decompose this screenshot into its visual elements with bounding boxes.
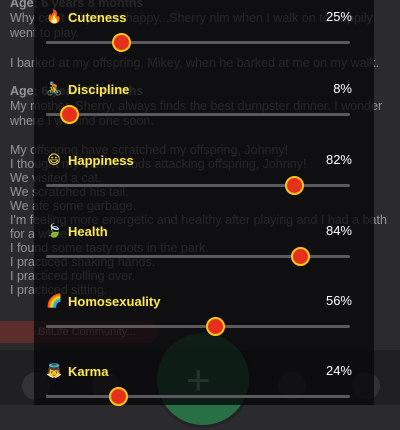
attribute-slider-knob[interactable] [285, 176, 305, 195]
attribute-label: 🍃 Health [46, 223, 108, 239]
attribute-slider-knob[interactable] [206, 317, 226, 336]
attribute-percent: 8% [333, 81, 352, 96]
attribute-percent: 56% [325, 293, 352, 308]
attribute-row-discipline: 🚴 Discipline 8% [34, 78, 374, 148]
attribute-label: 🌈 Homosexuality [46, 293, 160, 309]
attribute-slider-knob[interactable] [108, 387, 128, 406]
attribute-slider-track[interactable] [46, 387, 350, 406]
attribute-slider-track[interactable] [46, 176, 350, 195]
attribute-slider-knob[interactable] [60, 105, 80, 124]
attribute-name: Discipline [68, 81, 130, 97]
attribute-label: 🔥 Cuteness [46, 9, 127, 25]
attribute-emoji-icon: 🍃 [46, 223, 63, 238]
attribute-label: 🚴 Discipline [46, 81, 129, 97]
attribute-name: Karma [68, 363, 109, 379]
attribute-label: 👼 Karma [46, 363, 108, 379]
attribute-slider-track[interactable] [46, 33, 350, 52]
attribute-row-cuteness: 🔥 Cuteness 25% [34, 6, 374, 76]
attribute-percent: 25% [325, 9, 352, 24]
attribute-slider-track[interactable] [46, 247, 350, 266]
attribute-row-happiness: 😃 Happiness 82% [34, 149, 374, 219]
attribute-row-health: 🍃 Health 84% [34, 220, 374, 290]
attribute-percent: 24% [325, 363, 352, 378]
attribute-label: 😃 Happiness [46, 152, 134, 168]
attribute-emoji-icon: 😃 [47, 152, 61, 167]
attribute-name: Happiness [68, 152, 134, 168]
attribute-name: Homosexuality [68, 293, 161, 309]
attribute-name: Cuteness [68, 9, 127, 25]
attribute-emoji-icon: 🔥 [46, 9, 63, 24]
attribute-percent: 84% [325, 223, 352, 238]
attribute-emoji-icon: 👼 [46, 363, 63, 378]
attribute-slider-knob[interactable] [291, 247, 311, 266]
attribute-row-karma: 👼 Karma 24% [34, 360, 374, 430]
attribute-percent: 82% [325, 152, 352, 167]
attribute-slider-track[interactable] [46, 317, 350, 336]
attributes-dialog: 🔥 Cuteness 25% 🚴 Discipline 8% 😃 Happiness 82% 🍃 H… [34, 0, 374, 406]
attribute-emoji-icon: 🌈 [46, 293, 63, 308]
attribute-slider-track[interactable] [46, 105, 350, 124]
attribute-row-homosexuality: 🌈 Homosexuality 56% [34, 290, 374, 360]
attribute-emoji-icon: 🚴 [46, 81, 63, 96]
attribute-name: Health [68, 223, 108, 239]
attribute-slider-knob[interactable] [112, 33, 131, 52]
